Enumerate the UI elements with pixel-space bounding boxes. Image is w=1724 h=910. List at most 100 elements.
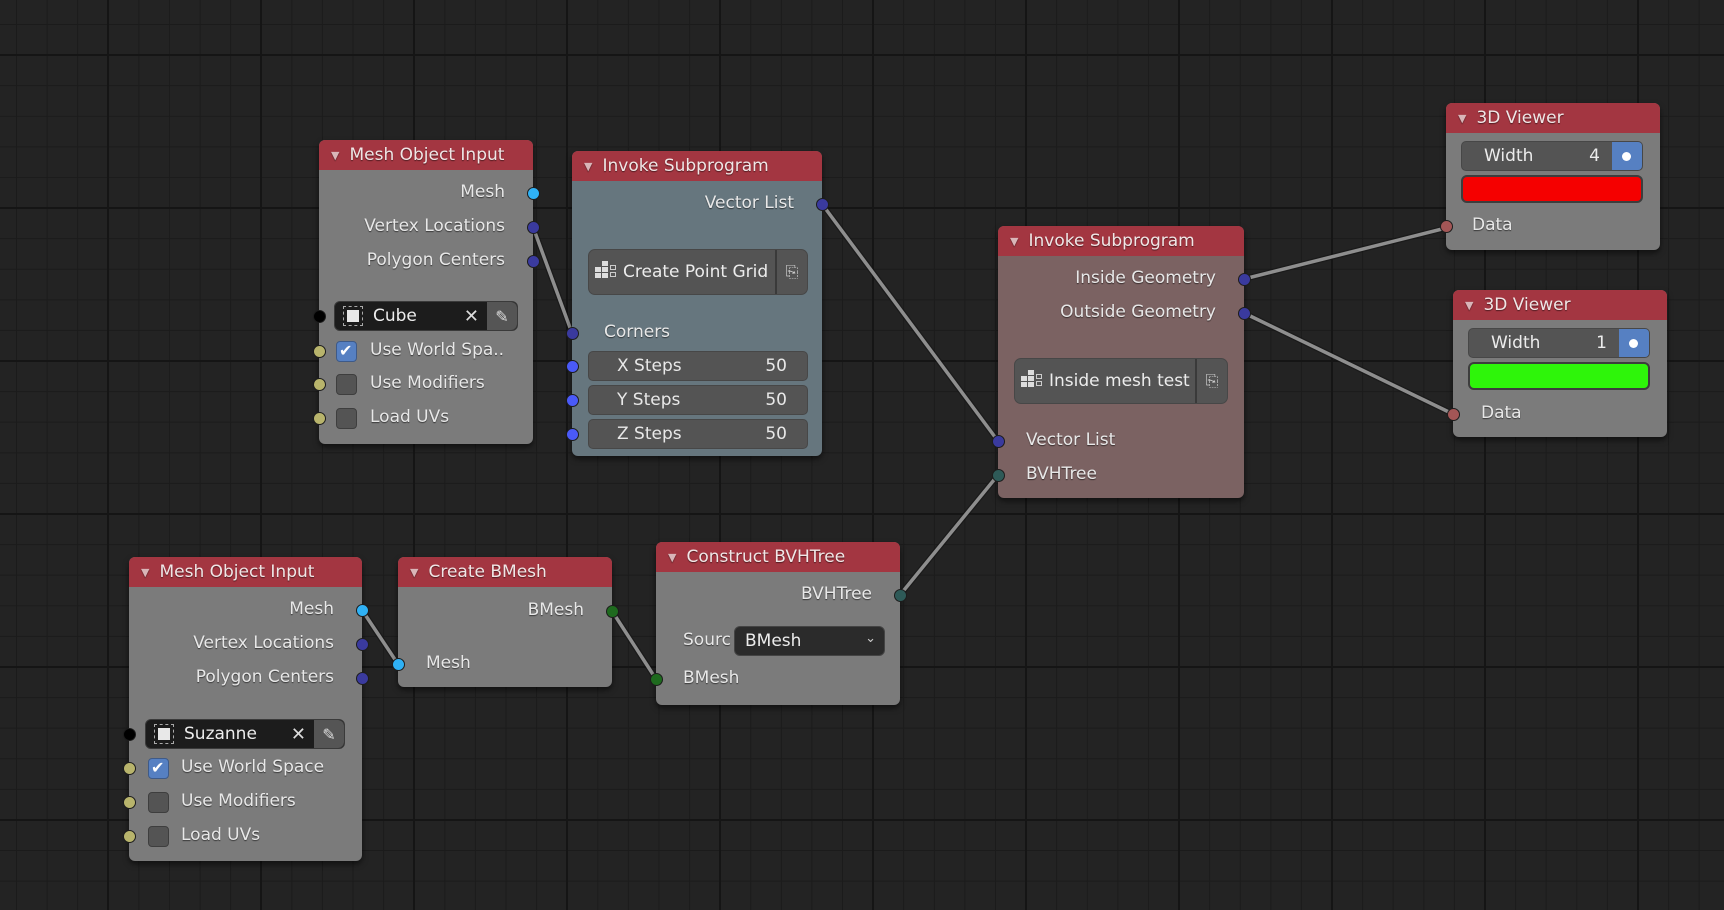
- node-header[interactable]: ▼ Construct BVHTree: [656, 542, 900, 572]
- chevron-down-icon: ⌄: [865, 631, 876, 646]
- node-header[interactable]: ▼ Mesh Object Input: [319, 140, 533, 170]
- node-title: 3D Viewer: [1483, 295, 1571, 315]
- link-inside-to-viewer1: [1243, 225, 1447, 282]
- collapse-icon[interactable]: ▼: [668, 551, 676, 564]
- object-field[interactable]: Cube ✕ ✎: [334, 301, 518, 331]
- collapse-icon[interactable]: ▼: [584, 160, 592, 173]
- eyedropper-icon[interactable]: ✎: [314, 720, 344, 748]
- point-toggle-icon[interactable]: [1619, 329, 1649, 357]
- socket-bvhtree-in[interactable]: [991, 468, 1005, 482]
- socket-x-steps-in[interactable]: [565, 359, 579, 373]
- node-invoke-subprogram-inside-mesh[interactable]: ▼ Invoke Subprogram Inside Geometry Outsi…: [991, 226, 1251, 498]
- link-vector-list-to-vector-list: [819, 202, 1001, 443]
- input-label-bmesh: BMesh: [683, 668, 740, 688]
- subprogram-selector[interactable]: Create Point Grid ⎘: [588, 249, 808, 295]
- clear-icon[interactable]: ✕: [291, 724, 306, 745]
- collapse-icon[interactable]: ▼: [141, 566, 149, 579]
- socket-object-in[interactable]: [312, 309, 326, 323]
- width-field[interactable]: Width 4: [1461, 141, 1643, 171]
- checkbox-use-world-space[interactable]: [336, 341, 357, 362]
- socket-polygon-centers-out[interactable]: [355, 671, 369, 685]
- node-header[interactable]: ▼ 3D Viewer: [1446, 103, 1660, 133]
- subprogram-selector[interactable]: Inside mesh test ⎘: [1014, 358, 1228, 404]
- socket-data-in[interactable]: [1446, 407, 1460, 421]
- eyedropper-icon[interactable]: ✎: [487, 302, 517, 330]
- x-steps-field[interactable]: X Steps 50: [588, 351, 808, 381]
- node-title: 3D Viewer: [1476, 108, 1564, 128]
- socket-vertex-locations-out[interactable]: [355, 637, 369, 651]
- node-header[interactable]: ▼ 3D Viewer: [1453, 290, 1667, 320]
- collapse-icon[interactable]: ▼: [1458, 112, 1466, 125]
- subprogram-icon: [1021, 370, 1045, 392]
- socket-use-modifiers-in[interactable]: [122, 795, 136, 809]
- collapse-icon[interactable]: ▼: [1465, 299, 1473, 312]
- z-steps-field[interactable]: Z Steps 50: [588, 419, 808, 449]
- new-subprogram-icon[interactable]: ⎘: [1195, 359, 1227, 403]
- output-label-polygon-centers: Polygon Centers: [195, 667, 334, 687]
- node-mesh-object-input-cube[interactable]: ▼ Mesh Object Input Mesh Vertex Locations…: [312, 140, 540, 444]
- socket-vector-list-out[interactable]: [815, 197, 829, 211]
- socket-outside-geometry-out[interactable]: [1237, 306, 1251, 320]
- socket-load-uvs-in[interactable]: [122, 829, 136, 843]
- collapse-icon[interactable]: ▼: [1010, 235, 1018, 248]
- new-subprogram-icon[interactable]: ⎘: [775, 250, 807, 294]
- checkbox-load-uvs[interactable]: [148, 826, 169, 847]
- color-swatch[interactable]: [1461, 175, 1643, 203]
- y-steps-field[interactable]: Y Steps 50: [588, 385, 808, 415]
- socket-object-in[interactable]: [122, 727, 136, 741]
- field-label: Y Steps: [617, 390, 681, 410]
- node-header[interactable]: ▼ Mesh Object Input: [129, 557, 362, 587]
- socket-mesh-in[interactable]: [391, 657, 405, 671]
- socket-bvhtree-out[interactable]: [893, 588, 907, 602]
- checkbox-load-uvs[interactable]: [336, 408, 357, 429]
- point-toggle-icon[interactable]: [1612, 142, 1642, 170]
- socket-load-uvs-in[interactable]: [312, 411, 326, 425]
- socket-use-world-space-in[interactable]: [312, 344, 326, 358]
- socket-mesh-out[interactable]: [355, 603, 369, 617]
- field-value: 1: [1596, 333, 1607, 353]
- width-field[interactable]: Width 1: [1468, 328, 1650, 358]
- field-value: 50: [765, 424, 787, 444]
- socket-mesh-out[interactable]: [526, 186, 540, 200]
- socket-bmesh-in[interactable]: [649, 672, 663, 686]
- socket-polygon-centers-out[interactable]: [526, 254, 540, 268]
- source-dropdown[interactable]: BMesh ⌄: [734, 626, 885, 656]
- socket-use-world-space-in[interactable]: [122, 761, 136, 775]
- socket-bmesh-out[interactable]: [605, 604, 619, 618]
- node-construct-bvhtree[interactable]: ▼ Construct BVHTree BVHTree Sourc BMesh ⌄ …: [649, 542, 907, 705]
- socket-use-modifiers-in[interactable]: [312, 377, 326, 391]
- node-3d-viewer-red[interactable]: ▼ 3D Viewer Width 4 Data: [1439, 103, 1660, 250]
- field-label: X Steps: [617, 356, 682, 376]
- clear-icon[interactable]: ✕: [464, 306, 479, 327]
- input-label-data: Data: [1481, 403, 1522, 423]
- checkbox-use-modifiers[interactable]: [336, 374, 357, 395]
- color-swatch[interactable]: [1468, 362, 1650, 390]
- output-label-inside-geometry: Inside Geometry: [1075, 268, 1216, 288]
- node-3d-viewer-green[interactable]: ▼ 3D Viewer Width 1 Data: [1446, 290, 1667, 437]
- checkbox-use-world-space[interactable]: [148, 758, 169, 779]
- socket-vertex-locations-out[interactable]: [526, 220, 540, 234]
- node-header[interactable]: ▼ Invoke Subprogram: [998, 226, 1244, 256]
- socket-z-steps-in[interactable]: [565, 427, 579, 441]
- collapse-icon[interactable]: ▼: [410, 566, 418, 579]
- socket-corners-in[interactable]: [565, 326, 579, 340]
- collapse-icon[interactable]: ▼: [331, 149, 339, 162]
- socket-inside-geometry-out[interactable]: [1237, 272, 1251, 286]
- node-header[interactable]: ▼ Invoke Subprogram: [572, 151, 822, 181]
- socket-vector-list-in[interactable]: [991, 434, 1005, 448]
- checkbox-label: Use World Space: [181, 757, 325, 777]
- socket-y-steps-in[interactable]: [565, 393, 579, 407]
- link-bvh-to-invoke: [897, 473, 1001, 597]
- output-label-polygon-centers: Polygon Centers: [366, 250, 505, 270]
- socket-data-in[interactable]: [1439, 219, 1453, 233]
- link-line: [1243, 226, 1447, 281]
- node-invoke-subprogram-point-grid[interactable]: ▼ Invoke Subprogram Vector List Create Po…: [565, 151, 829, 456]
- dropdown-value: BMesh: [745, 631, 802, 651]
- object-icon: [343, 306, 363, 326]
- node-mesh-object-input-suzanne[interactable]: ▼ Mesh Object Input Mesh Vertex Locations…: [122, 557, 369, 861]
- checkbox-use-modifiers[interactable]: [148, 792, 169, 813]
- output-label-vertex-locations: Vertex Locations: [364, 216, 505, 236]
- object-field[interactable]: Suzanne ✕ ✎: [145, 719, 345, 749]
- node-header[interactable]: ▼ Create BMesh: [398, 557, 612, 587]
- node-create-bmesh[interactable]: ▼ Create BMesh BMesh Mesh: [391, 557, 619, 687]
